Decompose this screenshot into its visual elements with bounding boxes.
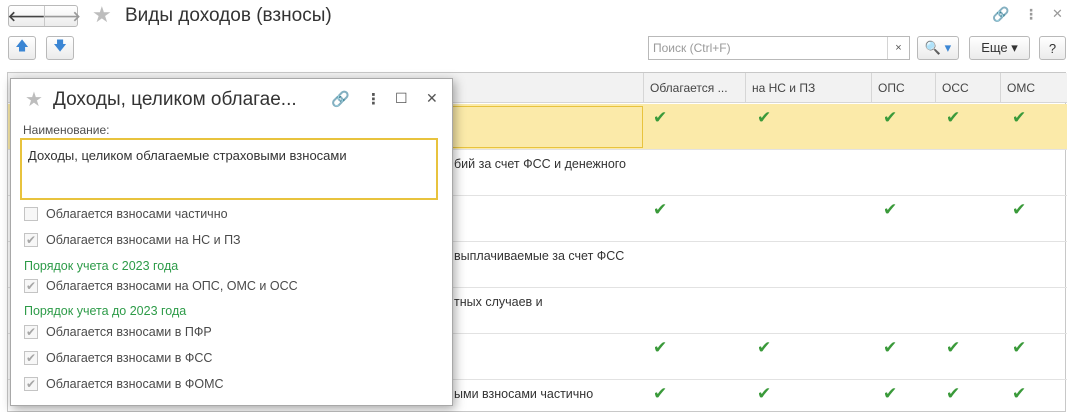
checkmark-icon: ✔ [883,384,898,403]
more-button[interactable]: Еще ▾ [969,36,1030,60]
checkbox-box[interactable]: ✔ [24,351,38,365]
checkmark-icon: ✔ [1012,200,1027,219]
name-field[interactable]: Доходы, целиком облагаемые страховыми вз… [20,138,438,200]
checkbox-box[interactable]: ✔ [24,233,38,247]
link-icon[interactable]: 🔗 [992,6,1009,23]
checkbox-pfr[interactable]: ✔ Облагается взносами в ПФР [24,323,212,341]
column-header-oms[interactable]: ОМС [1000,73,1067,103]
row-name-cell [448,104,643,149]
favorite-star-icon[interactable]: ★ [25,87,43,112]
checkmark-icon: ✔ [653,108,668,127]
row-name-cell: бий за счет ФСС и денежного [454,157,627,171]
navigation-buttons: 🡐 🡒 [7,5,81,27]
row-name-cell: ыми взносами частично [454,387,594,401]
arrow-down-icon: 🡇 [53,38,67,53]
name-field-label: Наименование: [23,123,110,137]
back-button[interactable]: 🡐 [7,6,46,26]
checkbox-box[interactable]: ✔ [24,279,38,293]
checkbox-label: Облагается взносами в ФСС [46,351,213,365]
search-input[interactable] [649,37,887,59]
move-down-button[interactable]: 🡇 [46,36,74,60]
checkbox-fss[interactable]: ✔ Облагается взносами в ФСС [24,349,212,367]
search-icon: 🔍 ▾ [924,40,952,55]
checkbox-box[interactable]: ✔ [24,325,38,339]
checkmark-icon: ✔ [653,384,668,403]
checkbox-label: Облагается взносами частично [46,207,228,221]
list-toolbar: 🡅 🡇 × 🔍 ▾ Еще ▾ ? [0,36,1073,64]
clear-search-button[interactable]: × [887,37,909,59]
checkmark-icon: ✔ [946,108,961,127]
checkmark-icon: ✔ [1012,108,1027,127]
move-up-button[interactable]: 🡅 [8,36,36,60]
row-name-cell [448,334,643,379]
row-name-cell [448,196,643,241]
checkmark-icon: ✔ [653,200,668,219]
checkbox-label: Облагается взносами на НС и ПЗ [46,233,241,247]
checkmark-icon: ✔ [1012,384,1027,403]
forward-button[interactable]: 🡒 [43,6,81,26]
row-name-cell: тных случаев и [454,295,543,309]
link-icon[interactable]: 🔗 [331,90,350,108]
checkmark-icon: ✔ [1012,338,1027,357]
checkbox-foms[interactable]: ✔ Облагается взносами в ФОМС [24,375,224,393]
more-button-label: Еще ▾ [981,40,1018,55]
checkbox-ns-pz[interactable]: ✔ Облагается взносами на НС и ПЗ [24,231,241,249]
help-icon: ? [1048,40,1057,56]
clear-icon: × [895,42,902,54]
column-header-oss[interactable]: ОСС [935,73,1000,103]
checkmark-icon: ✔ [883,338,898,357]
more-menu-icon[interactable]: ⋮ [366,90,381,108]
checkmark-icon: ✔ [757,338,772,357]
more-menu-icon[interactable]: ⋮ [1024,6,1038,23]
checkbox-label: Облагается взносами в ФОМС [46,377,224,391]
checkbox-partial[interactable]: Облагается взносами частично [24,205,228,223]
checkmark-icon: ✔ [946,338,961,357]
checkbox-ops-oms-oss[interactable]: ✔ Облагается взносами на ОПС, ОМС и ОСС [24,277,298,295]
close-icon[interactable]: ✕ [426,90,438,107]
dialog-title: Доходы, целиком облагае... [53,89,297,110]
checkmark-icon: ✔ [757,384,772,403]
checkbox-box[interactable]: ✔ [24,377,38,391]
checkbox-label: Облагается взносами в ПФР [46,325,212,339]
group-title-before-2023: Порядок учета до 2023 года [24,304,187,318]
checkmark-icon: ✔ [883,108,898,127]
checkmark-icon: ✔ [883,200,898,219]
arrow-left-icon: 🡐 [7,7,46,24]
group-title-2023: Порядок учета с 2023 года [24,259,179,273]
checkbox-label: Облагается взносами на ОПС, ОМС и ОСС [46,279,298,293]
window-titlebar: 🡐 🡒 ★ Виды доходов (взносы) 🔗 ⋮ ✕ [0,0,1073,32]
checkmark-icon: ✔ [757,108,772,127]
help-button[interactable]: ? [1039,36,1066,60]
close-window-icon[interactable]: ✕ [1052,6,1063,22]
checkmark-icon: ✔ [653,338,668,357]
favorite-star-icon[interactable]: ★ [92,2,112,28]
column-header-partial[interactable]: Облагается ... [643,73,745,103]
maximize-icon[interactable]: ☐ [395,90,408,107]
arrow-right-icon: 🡒 [43,7,81,24]
search-box: × [648,36,910,60]
arrow-up-icon: 🡅 [15,38,29,53]
search-options-button[interactable]: 🔍 ▾ [917,36,959,60]
income-type-dialog: ★ Доходы, целиком облагае... 🔗 ⋮ ☐ ✕ Наи… [10,78,453,406]
row-name-cell: выплачиваемые за счет ФСС [454,249,625,263]
column-header-ns-pz[interactable]: на НС и ПЗ [745,73,871,103]
column-header-ops[interactable]: ОПС [871,73,935,103]
page-title: Виды доходов (взносы) [125,5,332,26]
checkbox-box[interactable] [24,207,38,221]
checkmark-icon: ✔ [946,384,961,403]
